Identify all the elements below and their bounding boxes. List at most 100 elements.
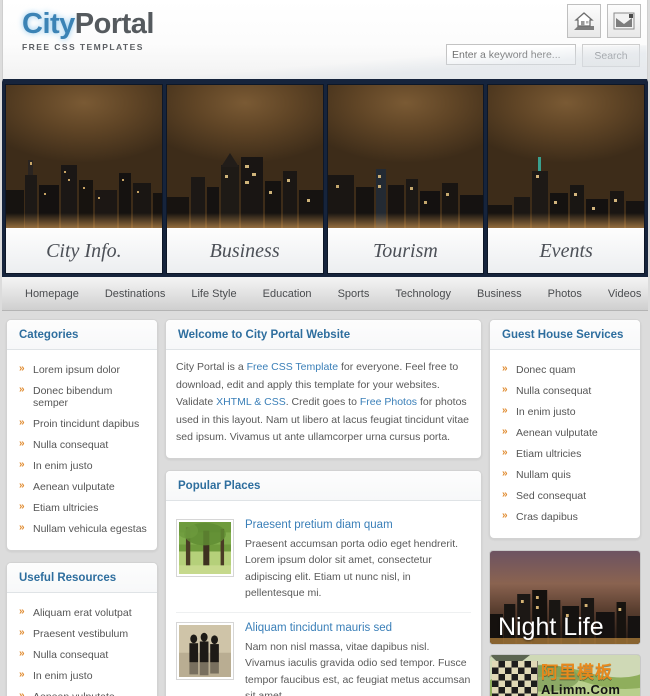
main-content: Welcome to City Portal Website City Port…: [165, 319, 482, 696]
logo-word-city: City: [22, 8, 75, 40]
list-item[interactable]: » In enim justo: [17, 665, 147, 686]
content-columns: Categories » Lorem ipsum dolor » Donec bib…: [0, 311, 650, 696]
chevron-right-icon: »: [502, 384, 508, 395]
chevron-right-icon: »: [19, 648, 25, 659]
useful-resources-title: Useful Resources: [7, 563, 157, 593]
list-item[interactable]: » Nullam quis: [500, 464, 630, 485]
city-night-photo: [166, 85, 323, 235]
xhtml-css-link[interactable]: XHTML & CSS: [216, 396, 286, 408]
list-item[interactable]: » Aenean vulputate: [17, 476, 147, 497]
list-item[interactable]: » Donec bibendum semper: [17, 380, 147, 413]
list-item-label: Cras dapibus: [516, 510, 578, 523]
banner-tile[interactable]: City Info.: [5, 84, 163, 274]
watermark-text: 阿里模板 ALimm.Com: [541, 663, 620, 696]
list-item[interactable]: » Nulla consequat: [500, 380, 630, 401]
guest-house-services-title: Guest House Services: [490, 320, 640, 350]
main-navigation: Homepage Destinations Life Style Educati…: [2, 277, 648, 311]
banner-tile[interactable]: Tourism: [326, 84, 485, 274]
search-bar: Search: [446, 44, 640, 67]
list-item[interactable]: » Aliquam erat volutpat: [17, 602, 147, 623]
nav-item-education[interactable]: Education: [250, 277, 325, 311]
list-item-label: Nulla consequat: [33, 438, 109, 451]
useful-resources-body: » Aliquam erat volutpat » Praesent vestibu…: [7, 593, 157, 696]
place-thumbnail[interactable]: [176, 621, 234, 680]
city-night-photo: [327, 85, 484, 235]
watermark: 阿里模板 ALimm.Com: [492, 661, 620, 696]
chevron-right-icon: »: [19, 384, 25, 395]
list-item[interactable]: » Etiam ultricies: [500, 443, 630, 464]
watermark-english: ALimm.Com: [541, 682, 621, 696]
categories-list: » Lorem ipsum dolor » Donec bibendum sempe…: [17, 359, 147, 539]
left-sidebar: Categories » Lorem ipsum dolor » Donec bib…: [6, 319, 158, 696]
list-item-label: Nulla consequat: [33, 648, 109, 661]
site-logo[interactable]: CityPortal FREE CSS TEMPLATES: [22, 7, 154, 52]
list-item[interactable]: » Proin tincidunt dapibus: [17, 413, 147, 434]
promo-caption: Night Life: [498, 613, 604, 641]
home-button[interactable]: [567, 4, 601, 38]
list-item: Aliquam tincidunt mauris sed Nam non nis…: [176, 611, 471, 696]
nav-item-technology[interactable]: Technology: [382, 277, 464, 311]
nav-item-videos[interactable]: Videos: [595, 277, 650, 311]
banner-tile[interactable]: Events: [487, 84, 645, 274]
list-item-label: Donec bibendum semper: [33, 384, 113, 409]
list-item[interactable]: » Nullam vehicula egestas: [17, 518, 147, 539]
chevron-right-icon: »: [19, 459, 25, 470]
welcome-text: City Portal is a Free CSS Template for e…: [176, 359, 471, 447]
place-title[interactable]: Aliquam tincidunt mauris sed: [245, 622, 471, 634]
banner-label: Events: [488, 228, 644, 273]
house-icon: [574, 12, 594, 30]
useful-resources-list: » Aliquam erat volutpat » Praesent vestibu…: [17, 602, 147, 696]
categories-title: Categories: [7, 320, 157, 350]
chevron-right-icon: »: [19, 690, 25, 696]
popular-places-body: Praesent pretium diam quam Praesent accu…: [166, 501, 481, 696]
list-item[interactable]: » Nulla consequat: [17, 434, 147, 455]
chevron-right-icon: »: [19, 417, 25, 428]
useful-resources-box: Useful Resources » Aliquam erat volutpat …: [6, 562, 158, 696]
list-item[interactable]: » In enim justo: [17, 455, 147, 476]
list-item[interactable]: » Nulla consequat: [17, 644, 147, 665]
page-root: CityPortal FREE CSS TEMPLATES Enter a ke…: [0, 0, 650, 696]
list-item-label: In enim justo: [516, 405, 576, 418]
popular-places-title: Popular Places: [166, 470, 481, 501]
nav-item-photos[interactable]: Photos: [535, 277, 595, 311]
nav-item-sports[interactable]: Sports: [325, 277, 383, 311]
iguana-promo[interactable]: 阿里模板 ALimm.Com: [489, 654, 641, 696]
nav-item-destinations[interactable]: Destinations: [92, 277, 179, 311]
list-item[interactable]: » Donec quam: [500, 359, 630, 380]
list-item[interactable]: » Cras dapibus: [500, 506, 630, 527]
chevron-right-icon: »: [19, 480, 25, 491]
night-life-promo[interactable]: Night Life: [489, 550, 641, 645]
banner-label: Business: [166, 228, 323, 273]
popular-places-box: Popular Places Praesent pretium diam qua…: [165, 469, 482, 696]
list-item[interactable]: » Praesent vestibulum: [17, 623, 147, 644]
banner-tile[interactable]: Business: [165, 84, 324, 274]
free-css-template-link[interactable]: Free CSS Template: [247, 361, 338, 373]
header-icon-buttons: [567, 4, 641, 38]
contact-button[interactable]: [607, 4, 641, 38]
list-item[interactable]: » Lorem ipsum dolor: [17, 359, 147, 380]
free-photos-link[interactable]: Free Photos: [360, 396, 417, 408]
list-item: Praesent pretium diam quam Praesent accu…: [176, 510, 471, 612]
nav-item-homepage[interactable]: Homepage: [12, 277, 92, 311]
search-input[interactable]: [446, 44, 576, 65]
list-item-label: Nullam quis: [516, 468, 571, 481]
place-thumbnail[interactable]: [176, 518, 234, 577]
nav-item-life-style[interactable]: Life Style: [178, 277, 249, 311]
list-item[interactable]: » Sed consequat: [500, 485, 630, 506]
chevron-right-icon: »: [19, 501, 25, 512]
chevron-right-icon: »: [19, 627, 25, 638]
list-item-label: Aliquam erat volutpat: [33, 606, 132, 619]
place-description: Nam non nisl massa, vitae dapibus nisl. …: [245, 640, 471, 696]
nav-item-business[interactable]: Business: [464, 277, 535, 311]
watermark-chinese: 阿里模板: [541, 663, 613, 682]
list-item[interactable]: » Etiam ultricies: [17, 497, 147, 518]
chevron-right-icon: »: [502, 489, 508, 500]
welcome-box: Welcome to City Portal Website City Port…: [165, 319, 482, 459]
search-button[interactable]: Search: [582, 44, 640, 67]
list-item[interactable]: » Aenean vulputate: [500, 422, 630, 443]
list-item[interactable]: » Aenean vulputate: [17, 686, 147, 696]
list-item[interactable]: » In enim justo: [500, 401, 630, 422]
place-title[interactable]: Praesent pretium diam quam: [245, 519, 471, 531]
site-header: CityPortal FREE CSS TEMPLATES Enter a ke…: [2, 0, 648, 82]
right-sidebar: Guest House Services » Donec quam » Nulla …: [489, 319, 641, 696]
